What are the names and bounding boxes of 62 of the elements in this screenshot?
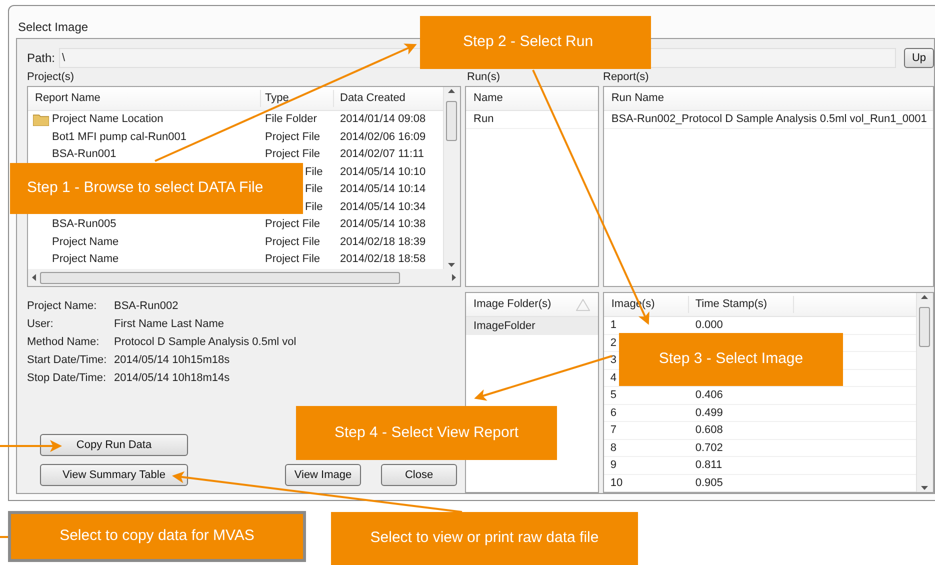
- project-type: File: [305, 183, 323, 196]
- project-type: Project File: [265, 253, 320, 266]
- project-type: File Folder: [265, 113, 317, 126]
- time-value: 0.608: [694, 423, 723, 438]
- project-date: 2014/02/06 16:09: [339, 130, 426, 145]
- project-date: 2014/05/14 10:38: [339, 217, 426, 232]
- time-value: 0.905: [694, 476, 723, 490]
- project-type: Project File: [265, 130, 320, 143]
- callout-tooltip: Step 4 - Select View Report: [296, 406, 557, 460]
- time-value: 0.811: [694, 458, 722, 473]
- project-type: File: [305, 200, 323, 213]
- image-number: 2: [610, 336, 616, 348]
- project-name: Project Name Location: [52, 112, 164, 128]
- image-number: 9: [610, 459, 616, 471]
- project-type: File: [305, 166, 323, 178]
- time-value: 0.499: [694, 406, 723, 420]
- time-value: 0.702: [694, 440, 723, 456]
- project-date: 2014/05/14 10:34: [339, 200, 426, 215]
- time-value: 0.406: [694, 388, 723, 403]
- project-date: 2014/02/07 11:11: [339, 147, 424, 162]
- project-type: Project File: [265, 148, 320, 160]
- callout-tooltip: Step 1 - Browse to select DATA File: [10, 163, 303, 214]
- section-label: Report(s): [603, 70, 649, 85]
- callout-tooltip: Select to view or print raw data file: [331, 512, 638, 565]
- section-label: Run(s): [467, 70, 502, 85]
- callout-tooltip: Step 2 - Select Run: [420, 16, 651, 69]
- project-date: 2014/02/18 18:39: [339, 234, 426, 250]
- project-date: 2014/02/18 18:58: [339, 252, 426, 268]
- project-date: 2014/05/14 10:14: [339, 182, 426, 198]
- detail-label: Method Name:: [27, 335, 100, 350]
- project-name: BSA-Run005: [52, 217, 116, 232]
- project-name: Project Name: [52, 234, 119, 250]
- project-type: Project File: [265, 236, 320, 248]
- image-number: 10: [610, 476, 623, 488]
- detail-label: User:: [27, 317, 54, 332]
- detail-value: 2014/05/14 10h18m14s: [114, 371, 230, 386]
- project-name: Project Name: [52, 252, 119, 268]
- detail-value: Protocol D Sample Analysis 0.5ml vol: [114, 335, 296, 350]
- detail-label: Project Name:: [27, 299, 98, 314]
- project-date: 2014/05/14 10:10: [339, 164, 426, 180]
- callout-tooltip: Step 3 - Select Image: [619, 333, 843, 386]
- path-label: Path:: [27, 50, 56, 67]
- detail-label: Start Date/Time:: [27, 353, 108, 368]
- project-type: Project File: [265, 218, 320, 230]
- detail-value: First Name Last Name: [114, 317, 224, 332]
- project-date: 2014/01/14 09:08: [339, 112, 426, 128]
- image-number: 7: [610, 424, 616, 436]
- detail-value: 2014/05/14 10h15m18s: [114, 353, 230, 368]
- project-name: BSA-Run001: [52, 147, 116, 162]
- window-title: Select Image: [17, 19, 90, 36]
- image-number: 1: [610, 319, 616, 331]
- image-number: 5: [610, 389, 616, 401]
- callout-tooltip: Select to copy data for MVAS: [8, 511, 306, 562]
- image-number: 8: [610, 442, 616, 454]
- section-label: Project(s): [27, 70, 76, 85]
- detail-value: BSA-Run002: [114, 299, 178, 314]
- time-value: 0.000: [694, 318, 723, 333]
- project-name: Bot1 MFI pump cal-Run001: [52, 130, 187, 145]
- image-number: 3: [610, 354, 616, 366]
- detail-label: Stop Date/Time:: [27, 371, 108, 386]
- image-number: 4: [610, 372, 616, 384]
- image-number: 6: [610, 406, 616, 418]
